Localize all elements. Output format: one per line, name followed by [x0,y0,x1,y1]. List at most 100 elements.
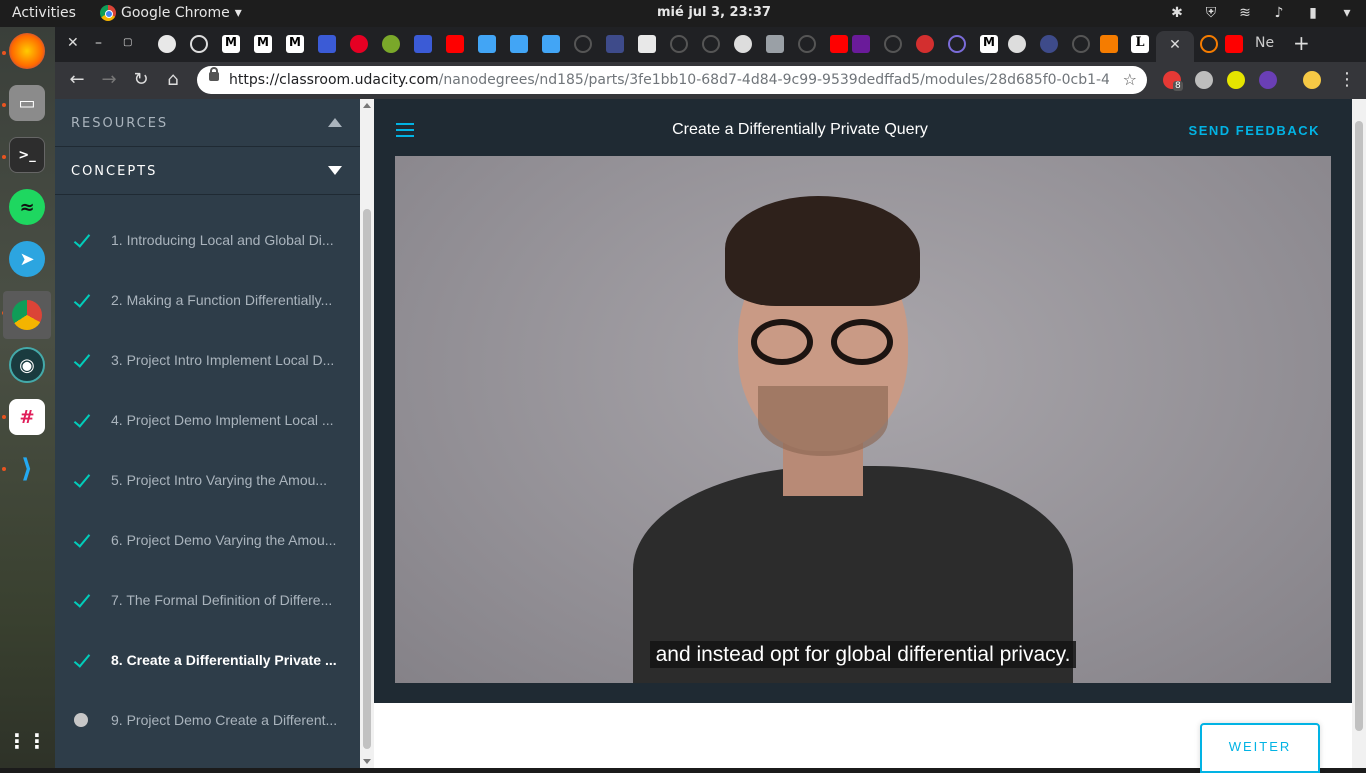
slack-tray-icon[interactable]: ✱ [1168,4,1186,22]
volume-icon[interactable]: ♪ [1270,4,1288,22]
concept-item[interactable]: 4. Project Demo Implement Local ... [55,391,360,451]
chrome-dock-icon[interactable] [3,291,51,339]
tab-favicon[interactable] [382,35,400,53]
maximize-window-icon[interactable]: ▢ [123,37,132,48]
tab-favicon[interactable] [916,35,934,53]
reload-button[interactable]: ↻ [129,69,153,90]
concept-item[interactable]: 7. The Formal Definition of Differe... [55,571,360,631]
profile-avatar[interactable] [1303,71,1321,89]
new-tab-button[interactable]: + [1293,31,1310,55]
sidebar-scrollbar[interactable] [360,99,374,768]
send-feedback-button[interactable]: SEND FEEDBACK [1189,123,1320,138]
running-indicator [2,467,6,471]
tab-favicon[interactable]: L [1131,35,1149,53]
concept-item[interactable]: 6. Project Demo Varying the Amou... [55,511,360,571]
activities-button[interactable]: Activities [12,5,76,21]
shield-icon[interactable]: ⛨ [1202,4,1220,22]
scrollbar-thumb[interactable] [363,209,371,749]
app-menu[interactable]: Google Chrome ▾ [100,5,242,21]
extension-icon[interactable] [1195,71,1213,89]
tab-favicon[interactable] [638,35,656,53]
concept-item[interactable]: 5. Project Intro Varying the Amou... [55,451,360,511]
video-player[interactable]: and instead opt for global differential … [395,156,1331,683]
minimize-window-icon[interactable]: – [95,35,102,51]
wifi-icon[interactable]: ≋ [1236,4,1254,22]
concept-item-active[interactable]: 8. Create a Differentially Private ... [55,631,360,691]
tab-title[interactable]: Ne [1255,35,1274,51]
page-title: Create a Differentially Private Query [672,121,928,138]
files-icon[interactable]: ▭ [9,85,45,121]
scroll-down-arrow-icon[interactable] [363,759,371,764]
tab-favicon[interactable] [1100,35,1118,53]
triangle-down-icon [328,166,342,175]
back-button[interactable]: ← [65,69,89,90]
next-button[interactable]: WEITER [1200,723,1320,773]
youtube-tab-icon[interactable] [1225,35,1243,53]
main-scrollbar[interactable] [1352,99,1366,768]
telegram-icon[interactable]: ➤ [9,241,45,277]
github-tab-icon[interactable] [574,35,592,53]
medium-tab-icon[interactable]: M [980,35,998,53]
github-tab-icon[interactable] [1072,35,1090,53]
clock[interactable]: mié jul 3, 23:37 [657,5,771,20]
slack-icon[interactable]: # [9,399,45,435]
bookmark-star-icon[interactable]: ☆ [1123,70,1137,89]
chrome-menu-icon[interactable]: ⋮ [1335,69,1359,90]
close-tab-icon[interactable]: ✕ [1169,37,1181,53]
page: RESOURCES CONCEPTS 1. Introducing Local … [55,99,1366,773]
globe-tab-icon[interactable] [734,35,752,53]
concept-title: 5. Project Intro Varying the Amou... [111,472,328,488]
power-menu-icon[interactable]: ▾ [1338,4,1356,22]
scroll-up-arrow-icon[interactable] [363,103,371,108]
globe-tab-icon[interactable] [1008,35,1026,53]
concept-item[interactable]: 9. Project Demo Create a Different... [55,691,360,751]
resources-section-toggle[interactable]: RESOURCES [55,99,360,147]
active-tab[interactable]: ✕ [1156,31,1194,62]
scrollbar-thumb[interactable] [1355,121,1363,731]
home-button[interactable]: ⌂ [161,69,185,90]
pinterest-tab-icon[interactable] [350,35,368,53]
url-text[interactable]: https://classroom.udacity.com/nanodegree… [229,72,1109,88]
tab-favicon[interactable] [766,35,784,53]
terminal-icon[interactable]: >_ [9,137,45,173]
concepts-section-toggle[interactable]: CONCEPTS [55,147,360,195]
close-window-icon[interactable]: ✕ [67,35,79,51]
github-tab-icon[interactable] [670,35,688,53]
tab-favicon[interactable] [318,35,336,53]
concept-item[interactable]: 1. Introducing Local and Global Di... [55,211,360,271]
lock-icon[interactable] [209,67,219,81]
triangle-up-icon [328,118,342,127]
tab-favicon[interactable] [948,35,966,53]
tab-favicon[interactable] [1200,35,1218,53]
vscode-icon[interactable]: ⟩ [9,451,45,487]
main-content: Create a Differentially Private Query SE… [374,99,1352,773]
medium-tab-icon[interactable]: M [254,35,272,53]
battery-icon[interactable]: ▮ [1304,4,1322,22]
extension-icon[interactable] [1259,71,1277,89]
history-tab-icon[interactable] [190,35,208,53]
concept-item[interactable]: 3. Project Intro Implement Local D... [55,331,360,391]
flutter-tab-icon[interactable] [478,35,496,53]
flutter-tab-icon[interactable] [542,35,560,53]
extension-icon[interactable] [1227,71,1245,89]
forward-button[interactable]: → [97,69,121,90]
youtube-tab-icon[interactable] [446,35,464,53]
show-apps-icon[interactable]: ⋮⋮ [7,723,47,759]
tab-favicon[interactable] [158,35,176,53]
tab-favicon[interactable] [1040,35,1058,53]
spotify-icon[interactable]: ≈ [9,189,45,225]
medium-tab-icon[interactable]: M [222,35,240,53]
medium-tab-icon[interactable]: M [286,35,304,53]
gitkraken-icon[interactable]: ◉ [9,347,45,383]
firefox-icon[interactable] [9,33,45,69]
github-tab-icon[interactable] [798,35,816,53]
tab-favicon[interactable] [852,35,870,53]
github-tab-icon[interactable] [884,35,902,53]
concept-item[interactable]: 2. Making a Function Differentially... [55,271,360,331]
address-bar[interactable]: https://classroom.udacity.com/nanodegree… [197,66,1147,94]
flutter-tab-icon[interactable] [510,35,528,53]
tab-favicon[interactable] [606,35,624,53]
github-tab-icon[interactable] [702,35,720,53]
youtube-tab-icon[interactable] [830,35,848,53]
tab-favicon[interactable] [414,35,432,53]
